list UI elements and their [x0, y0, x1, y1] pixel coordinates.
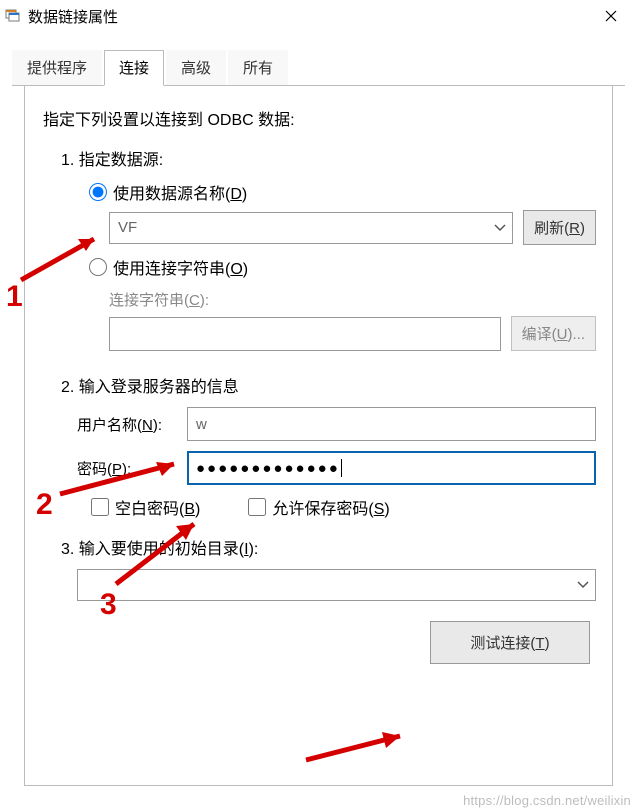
- tab-provider[interactable]: 提供程序: [12, 50, 102, 85]
- close-button[interactable]: [589, 1, 633, 31]
- section-1-label: 1. 指定数据源:: [61, 146, 596, 170]
- build-button[interactable]: 编译(U)...: [511, 316, 596, 351]
- refresh-button[interactable]: 刷新(R): [523, 210, 596, 245]
- window-title: 数据链接属性: [28, 6, 589, 27]
- close-icon: [605, 10, 617, 22]
- password-input[interactable]: ●●●●●●●●●●●●●: [187, 451, 596, 485]
- section-2-label: 2. 输入登录服务器的信息: [61, 373, 596, 397]
- allow-save-password-label: 允许保存密码(S): [272, 495, 389, 519]
- tab-strip: 提供程序 连接 高级 所有 指定下列设置以连接到 ODBC 数据: 1. 指定数…: [12, 50, 625, 786]
- connstr-input[interactable]: [109, 317, 501, 351]
- username-label: 用户名称(N):: [77, 414, 175, 435]
- radio-use-connstr[interactable]: 使用连接字符串(O): [89, 255, 596, 279]
- radio-use-connstr-label: 使用连接字符串(O): [113, 255, 248, 279]
- chevron-down-icon: [494, 221, 506, 235]
- blank-password-input[interactable]: [91, 498, 109, 516]
- username-input[interactable]: [187, 407, 596, 441]
- blank-password-checkbox[interactable]: 空白密码(B): [91, 495, 200, 519]
- panel-heading: 指定下列设置以连接到 ODBC 数据:: [43, 106, 596, 130]
- tab-connection[interactable]: 连接: [104, 50, 164, 86]
- blank-password-label: 空白密码(B): [115, 495, 200, 519]
- radio-use-connstr-input[interactable]: [89, 258, 107, 276]
- text-cursor: [341, 459, 342, 477]
- connection-panel: 指定下列设置以连接到 ODBC 数据: 1. 指定数据源: 使用数据源名称(D)…: [24, 86, 613, 786]
- app-icon: [4, 7, 22, 25]
- password-masked-value: ●●●●●●●●●●●●●: [196, 460, 340, 477]
- tab-advanced[interactable]: 高级: [166, 50, 226, 85]
- watermark-text: https://blog.csdn.net/weilixin: [463, 793, 631, 808]
- connstr-label: 连接字符串(C):: [109, 289, 596, 310]
- dsn-combo[interactable]: VF: [109, 212, 513, 244]
- password-label: 密码(P):: [77, 458, 175, 479]
- tab-all[interactable]: 所有: [228, 50, 288, 85]
- radio-use-dsn-label: 使用数据源名称(D): [113, 180, 247, 204]
- section-3-label: 3. 输入要使用的初始目录(I):: [61, 535, 596, 559]
- allow-save-password-input[interactable]: [248, 498, 266, 516]
- chevron-down-icon: [577, 578, 589, 592]
- initial-catalog-combo[interactable]: [77, 569, 596, 601]
- dsn-combo-value: VF: [118, 219, 137, 236]
- title-bar: 数据链接属性: [0, 0, 637, 32]
- allow-save-password-checkbox[interactable]: 允许保存密码(S): [248, 495, 389, 519]
- radio-use-dsn[interactable]: 使用数据源名称(D): [89, 180, 596, 204]
- test-connection-button[interactable]: 测试连接(T): [430, 621, 590, 664]
- radio-use-dsn-input[interactable]: [89, 183, 107, 201]
